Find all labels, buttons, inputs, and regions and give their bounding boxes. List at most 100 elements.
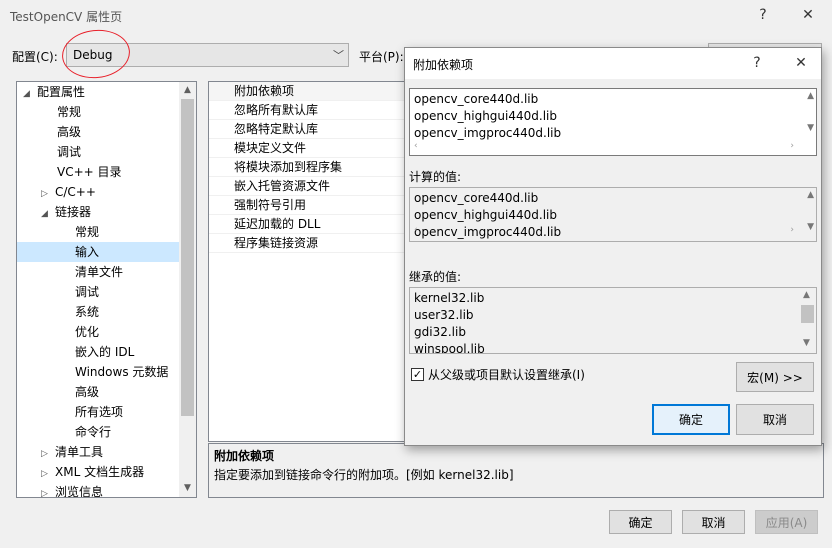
- tree-item-label: 所有选项: [75, 405, 124, 419]
- tree-item[interactable]: ◢ 配置属性: [17, 82, 85, 102]
- tree-item[interactable]: ▷ XML 文档生成器: [17, 462, 144, 482]
- window-title: TestOpenCV 属性页: [10, 10, 123, 24]
- collapsed-arrow-icon[interactable]: ▷: [41, 464, 55, 484]
- tree-item-label: 嵌入的 IDL: [75, 345, 135, 359]
- tree-item[interactable]: 嵌入的 IDL: [17, 342, 134, 362]
- tree-item-label: 浏览信息: [55, 485, 104, 498]
- tree-item-label: Windows 元数据: [75, 365, 169, 379]
- dialog-help-button[interactable]: ?: [739, 48, 775, 78]
- tree-item-label: 链接器: [55, 205, 92, 219]
- tree-item-label: 清单文件: [75, 265, 124, 279]
- tree-item[interactable]: 系统: [17, 302, 99, 322]
- platform-label: 平台(P):: [359, 50, 404, 64]
- tree-item[interactable]: 输入: [17, 242, 179, 262]
- ok-button[interactable]: 确定: [609, 510, 672, 534]
- tree-item[interactable]: 调试: [17, 282, 99, 302]
- tree-scrollbar[interactable]: ▲ ▼: [179, 82, 196, 497]
- property-tree[interactable]: ◢ 配置属性 常规 高级 调试 VC++ 目录 ▷ C/C++ ◢ 链接器 常规 输入 清单文件 调试 系统…: [16, 81, 197, 498]
- macro-button[interactable]: 宏(M) >>: [736, 362, 814, 392]
- list-line: opencv_highgui440d.lib: [414, 208, 557, 222]
- tree-item[interactable]: Windows 元数据: [17, 362, 168, 382]
- description-text: 指定要添加到链接命令行的附加项。[例如 kernel32.lib]: [214, 468, 514, 482]
- scroll-down-icon[interactable]: ▼: [803, 338, 810, 348]
- inherit-checkbox-row[interactable]: ✓ 从父级或项目默认设置继承(I): [411, 366, 585, 383]
- property-grid[interactable]: 附加依赖项 忽略所有默认库 忽略特定默认库 模块定义文件 将模块添加到程序集 嵌入托管资源…: [208, 81, 406, 442]
- dialog-title: 附加依赖项: [413, 58, 474, 72]
- red-annotation-circle: [59, 26, 133, 82]
- tree-item-label: 常规: [75, 225, 100, 239]
- inherit-checkbox-label: 从父级或项目默认设置继承(I): [428, 368, 585, 382]
- tree-item[interactable]: 清单文件: [17, 262, 123, 282]
- tree-item[interactable]: ▷ C/C++: [17, 182, 96, 202]
- tree-item[interactable]: 高级: [17, 122, 81, 142]
- computed-values-box: opencv_core440d.lib opencv_highgui440d.li…: [409, 187, 817, 242]
- property-row[interactable]: 延迟加载的 DLL: [209, 215, 405, 234]
- apply-button[interactable]: 应用(A): [755, 510, 818, 534]
- property-row[interactable]: 强制符号引用: [209, 196, 405, 215]
- property-row[interactable]: 附加依赖项: [209, 82, 405, 101]
- tree-item[interactable]: ▷ 清单工具: [17, 442, 103, 462]
- tree-item-label: 高级: [57, 125, 82, 139]
- scroll-up-icon[interactable]: ▲: [803, 290, 810, 300]
- tree-item-label: C/C++: [55, 185, 96, 199]
- computed-values-label: 计算的值:: [409, 170, 462, 184]
- dialog-close-button[interactable]: ✕: [783, 48, 819, 78]
- list-line: winspool.lib: [414, 342, 485, 354]
- property-row[interactable]: 模块定义文件: [209, 139, 405, 158]
- horizontal-scrollbar[interactable]: ‹ ›: [410, 141, 816, 155]
- list-line: opencv_core440d.lib: [414, 92, 539, 106]
- inherited-values-box: kernel32.lib user32.lib gdi32.lib winspool.…: [409, 287, 817, 354]
- scroll-thumb[interactable]: [181, 99, 194, 416]
- dialog-ok-button[interactable]: 确定: [652, 404, 730, 435]
- tree-item-label: 优化: [75, 325, 100, 339]
- list-line: opencv_imgproc440d.lib: [414, 126, 562, 140]
- scroll-up-icon[interactable]: ▲: [179, 82, 196, 99]
- scroll-up-icon[interactable]: ▲: [807, 91, 814, 101]
- property-row[interactable]: 忽略所有默认库: [209, 101, 405, 120]
- description-title: 附加依赖项: [214, 449, 275, 463]
- inherited-scrollbar[interactable]: ▲ ▼: [799, 288, 816, 353]
- scroll-up-icon[interactable]: ▲: [807, 190, 814, 200]
- list-line: user32.lib: [414, 308, 474, 322]
- help-button[interactable]: ?: [745, 0, 781, 30]
- inherit-checkbox[interactable]: ✓: [411, 368, 424, 381]
- tree-item[interactable]: 调试: [17, 142, 81, 162]
- tree-item-label: 高级: [75, 385, 100, 399]
- dependencies-edit-box[interactable]: opencv_core440d.lib opencv_highgui440d.li…: [409, 88, 817, 156]
- expanded-arrow-icon[interactable]: ◢: [41, 204, 55, 224]
- dialog-cancel-button[interactable]: 取消: [736, 404, 814, 435]
- tree-item-label: VC++ 目录: [57, 165, 122, 179]
- property-row[interactable]: 程序集链接资源: [209, 234, 405, 253]
- dialog-titlebar: 附加依赖项 ? ✕: [405, 48, 821, 79]
- tree-item[interactable]: 所有选项: [17, 402, 123, 422]
- collapsed-arrow-icon[interactable]: ▷: [41, 184, 55, 204]
- scroll-down-icon[interactable]: ▼: [807, 123, 814, 133]
- tree-item[interactable]: VC++ 目录: [17, 162, 122, 182]
- expanded-arrow-icon[interactable]: ◢: [23, 84, 37, 104]
- tree-item[interactable]: 常规: [17, 222, 99, 242]
- close-button[interactable]: ✕: [790, 0, 826, 30]
- tree-item-label: 清单工具: [55, 445, 104, 459]
- tree-item[interactable]: ◢ 链接器: [17, 202, 91, 222]
- list-line: opencv_highgui440d.lib: [414, 109, 557, 123]
- collapsed-arrow-icon[interactable]: ▷: [41, 484, 55, 497]
- tree-item[interactable]: 优化: [17, 322, 99, 342]
- list-line: opencv_core440d.lib: [414, 191, 539, 205]
- property-row[interactable]: 嵌入托管资源文件: [209, 177, 405, 196]
- collapsed-arrow-icon[interactable]: ▷: [41, 444, 55, 464]
- tree-item-label: 系统: [75, 305, 100, 319]
- tree-item-label: XML 文档生成器: [55, 465, 145, 479]
- tree-item[interactable]: 常规: [17, 102, 81, 122]
- tree-item[interactable]: ▷ 浏览信息: [17, 482, 104, 498]
- config-label: 配置(C):: [12, 50, 58, 64]
- property-row[interactable]: 将模块添加到程序集: [209, 158, 405, 177]
- cancel-button[interactable]: 取消: [682, 510, 745, 534]
- list-line: kernel32.lib: [414, 291, 485, 305]
- scroll-thumb[interactable]: [801, 305, 814, 323]
- tree-item[interactable]: 高级: [17, 382, 99, 402]
- list-line: gdi32.lib: [414, 325, 466, 339]
- scroll-down-icon[interactable]: ▼: [179, 480, 196, 497]
- tree-item[interactable]: 命令行: [17, 422, 111, 442]
- horizontal-scrollbar[interactable]: ‹ ›: [410, 225, 816, 239]
- property-row[interactable]: 忽略特定默认库: [209, 120, 405, 139]
